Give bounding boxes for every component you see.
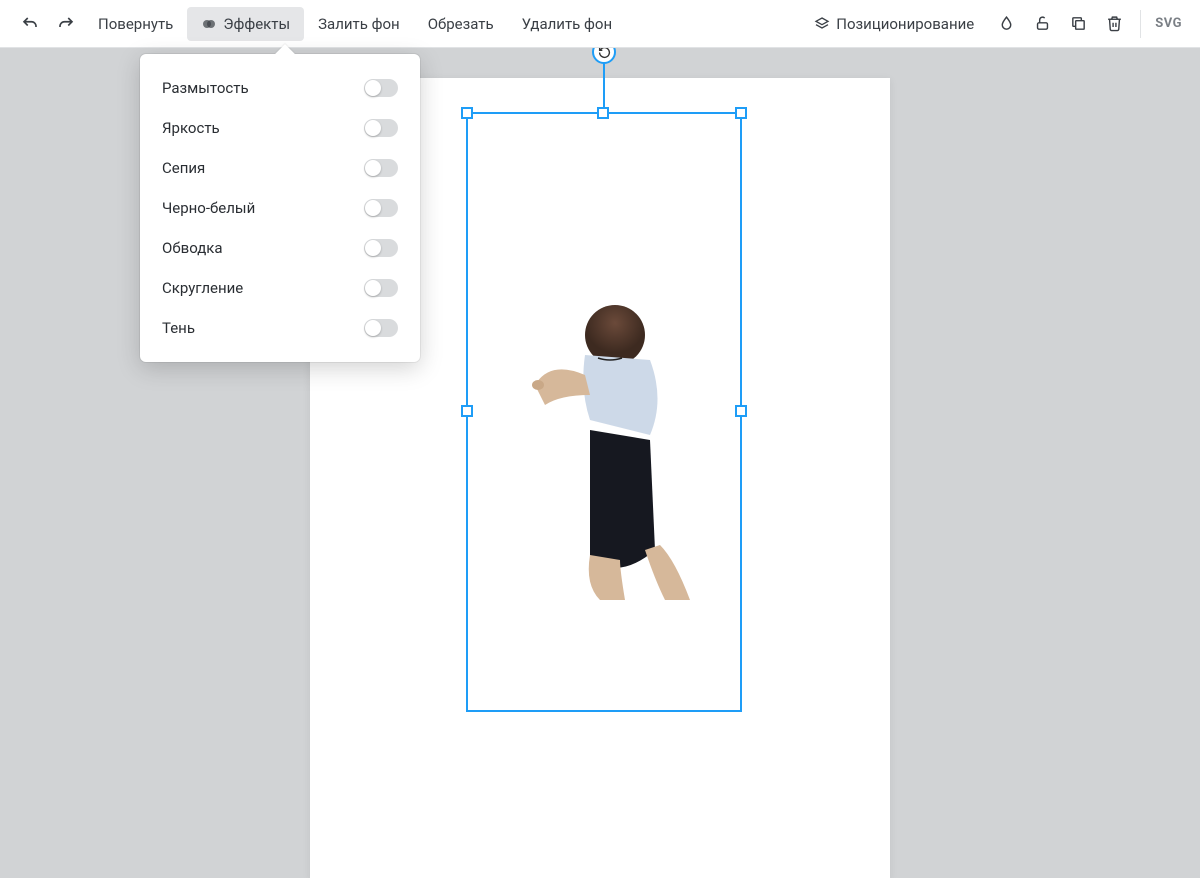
effect-label: Тень bbox=[162, 319, 195, 337]
trash-icon bbox=[1106, 15, 1123, 32]
undo-button[interactable] bbox=[12, 6, 48, 42]
effect-label: Яркость bbox=[162, 119, 220, 137]
crop-label: Обрезать bbox=[428, 15, 494, 33]
effect-row: Сепия bbox=[140, 148, 420, 188]
effect-label: Скругление bbox=[162, 279, 243, 297]
selected-image[interactable] bbox=[490, 300, 730, 600]
effect-toggle-radius[interactable] bbox=[364, 279, 398, 297]
remove-bg-button[interactable]: Удалить фон bbox=[508, 7, 627, 41]
effect-row: Размытость bbox=[140, 68, 420, 108]
effect-toggle-brightness[interactable] bbox=[364, 119, 398, 137]
rotate-label: Повернуть bbox=[98, 15, 173, 33]
effect-toggle-sepia[interactable] bbox=[364, 159, 398, 177]
unlock-icon bbox=[1034, 15, 1051, 32]
effect-row: Яркость bbox=[140, 108, 420, 148]
toolbar: Повернуть Эффекты Залить фон Обрезать Уд… bbox=[0, 0, 1200, 48]
layers-icon bbox=[814, 16, 830, 32]
effect-row: Черно-белый bbox=[140, 188, 420, 228]
positioning-button[interactable]: Позиционирование bbox=[800, 7, 988, 41]
rotate-button[interactable]: Повернуть bbox=[84, 7, 187, 41]
remove-bg-label: Удалить фон bbox=[522, 15, 613, 33]
fill-bg-button[interactable]: Залить фон bbox=[304, 7, 414, 41]
positioning-label: Позиционирование bbox=[836, 15, 974, 33]
redo-button[interactable] bbox=[48, 6, 84, 42]
effect-row: Обводка bbox=[140, 228, 420, 268]
effects-dropdown: Размытость Яркость Сепия Черно-белый Обв… bbox=[140, 54, 420, 362]
toolbar-divider bbox=[1140, 10, 1141, 38]
effect-label: Обводка bbox=[162, 239, 223, 257]
effect-toggle-shadow[interactable] bbox=[364, 319, 398, 337]
undo-icon bbox=[21, 15, 39, 33]
effect-toggle-stroke[interactable] bbox=[364, 239, 398, 257]
copy-icon bbox=[1070, 15, 1087, 32]
effect-label: Размытость bbox=[162, 79, 249, 97]
effect-label: Сепия bbox=[162, 159, 205, 177]
effects-icon bbox=[201, 16, 217, 32]
lock-button[interactable] bbox=[1024, 6, 1060, 42]
duplicate-button[interactable] bbox=[1060, 6, 1096, 42]
droplet-icon bbox=[998, 15, 1015, 32]
effect-label: Черно-белый bbox=[162, 199, 255, 217]
redo-icon bbox=[57, 15, 75, 33]
effects-label: Эффекты bbox=[223, 15, 290, 33]
delete-button[interactable] bbox=[1096, 6, 1132, 42]
format-badge: SVG bbox=[1149, 16, 1188, 31]
effect-row: Скругление bbox=[140, 268, 420, 308]
effects-button[interactable]: Эффекты bbox=[187, 7, 304, 41]
crop-button[interactable]: Обрезать bbox=[414, 7, 508, 41]
effect-toggle-blur[interactable] bbox=[364, 79, 398, 97]
transparency-button[interactable] bbox=[988, 6, 1024, 42]
effect-row: Тень bbox=[140, 308, 420, 348]
fill-bg-label: Залить фон bbox=[318, 15, 400, 33]
effect-toggle-bw[interactable] bbox=[364, 199, 398, 217]
